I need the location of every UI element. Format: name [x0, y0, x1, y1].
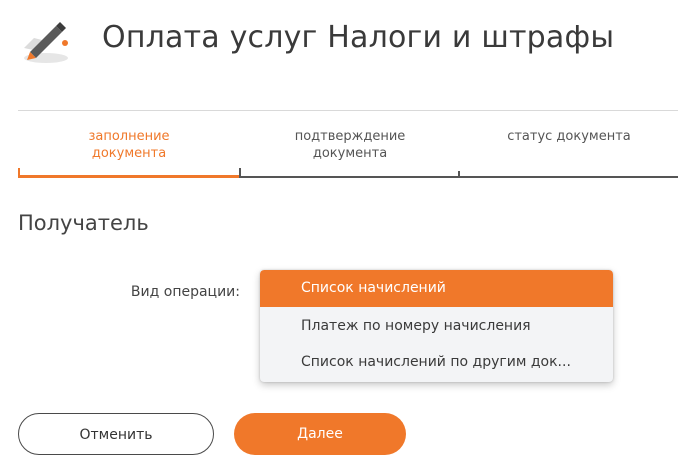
page-header: Оплата услуг Налоги и штрафы — [0, 0, 678, 80]
dropdown-option[interactable]: Список начислений — [260, 270, 613, 307]
step-document-status-label: статус документа — [507, 129, 631, 144]
step-confirm-document: подтверждение документа — [240, 128, 460, 162]
operation-type-label: Вид операции: — [130, 284, 240, 300]
step-fill-document-line2: документа — [91, 146, 167, 161]
step-confirm-document-line1: подтверждение — [294, 129, 406, 144]
progress-tick — [458, 171, 460, 178]
progress-steps: заполнение документа подтверждение докум… — [18, 128, 678, 180]
step-document-status: статус документа — [460, 128, 678, 145]
step-confirm-document-line2: документа — [312, 146, 388, 161]
step-fill-document: заполнение документа — [18, 128, 240, 162]
next-button[interactable]: Далее — [234, 413, 406, 455]
progress-tick — [239, 168, 241, 178]
dropdown-option[interactable]: Список начислений по другим док... — [260, 344, 613, 381]
operation-type-dropdown[interactable]: Список начислений Платеж по номеру начис… — [260, 270, 613, 382]
section-title-recipient: Получатель — [18, 211, 149, 235]
header-divider — [18, 110, 678, 111]
progress-tick — [18, 168, 20, 178]
page-title: Оплата услуг Налоги и штрафы — [102, 20, 615, 55]
pen-icon — [24, 22, 68, 63]
dropdown-option[interactable]: Платеж по номеру начисления — [260, 308, 613, 345]
progress-fill — [18, 175, 240, 178]
cancel-button[interactable]: Отменить — [18, 413, 214, 455]
step-fill-document-line1: заполнение — [88, 129, 170, 144]
